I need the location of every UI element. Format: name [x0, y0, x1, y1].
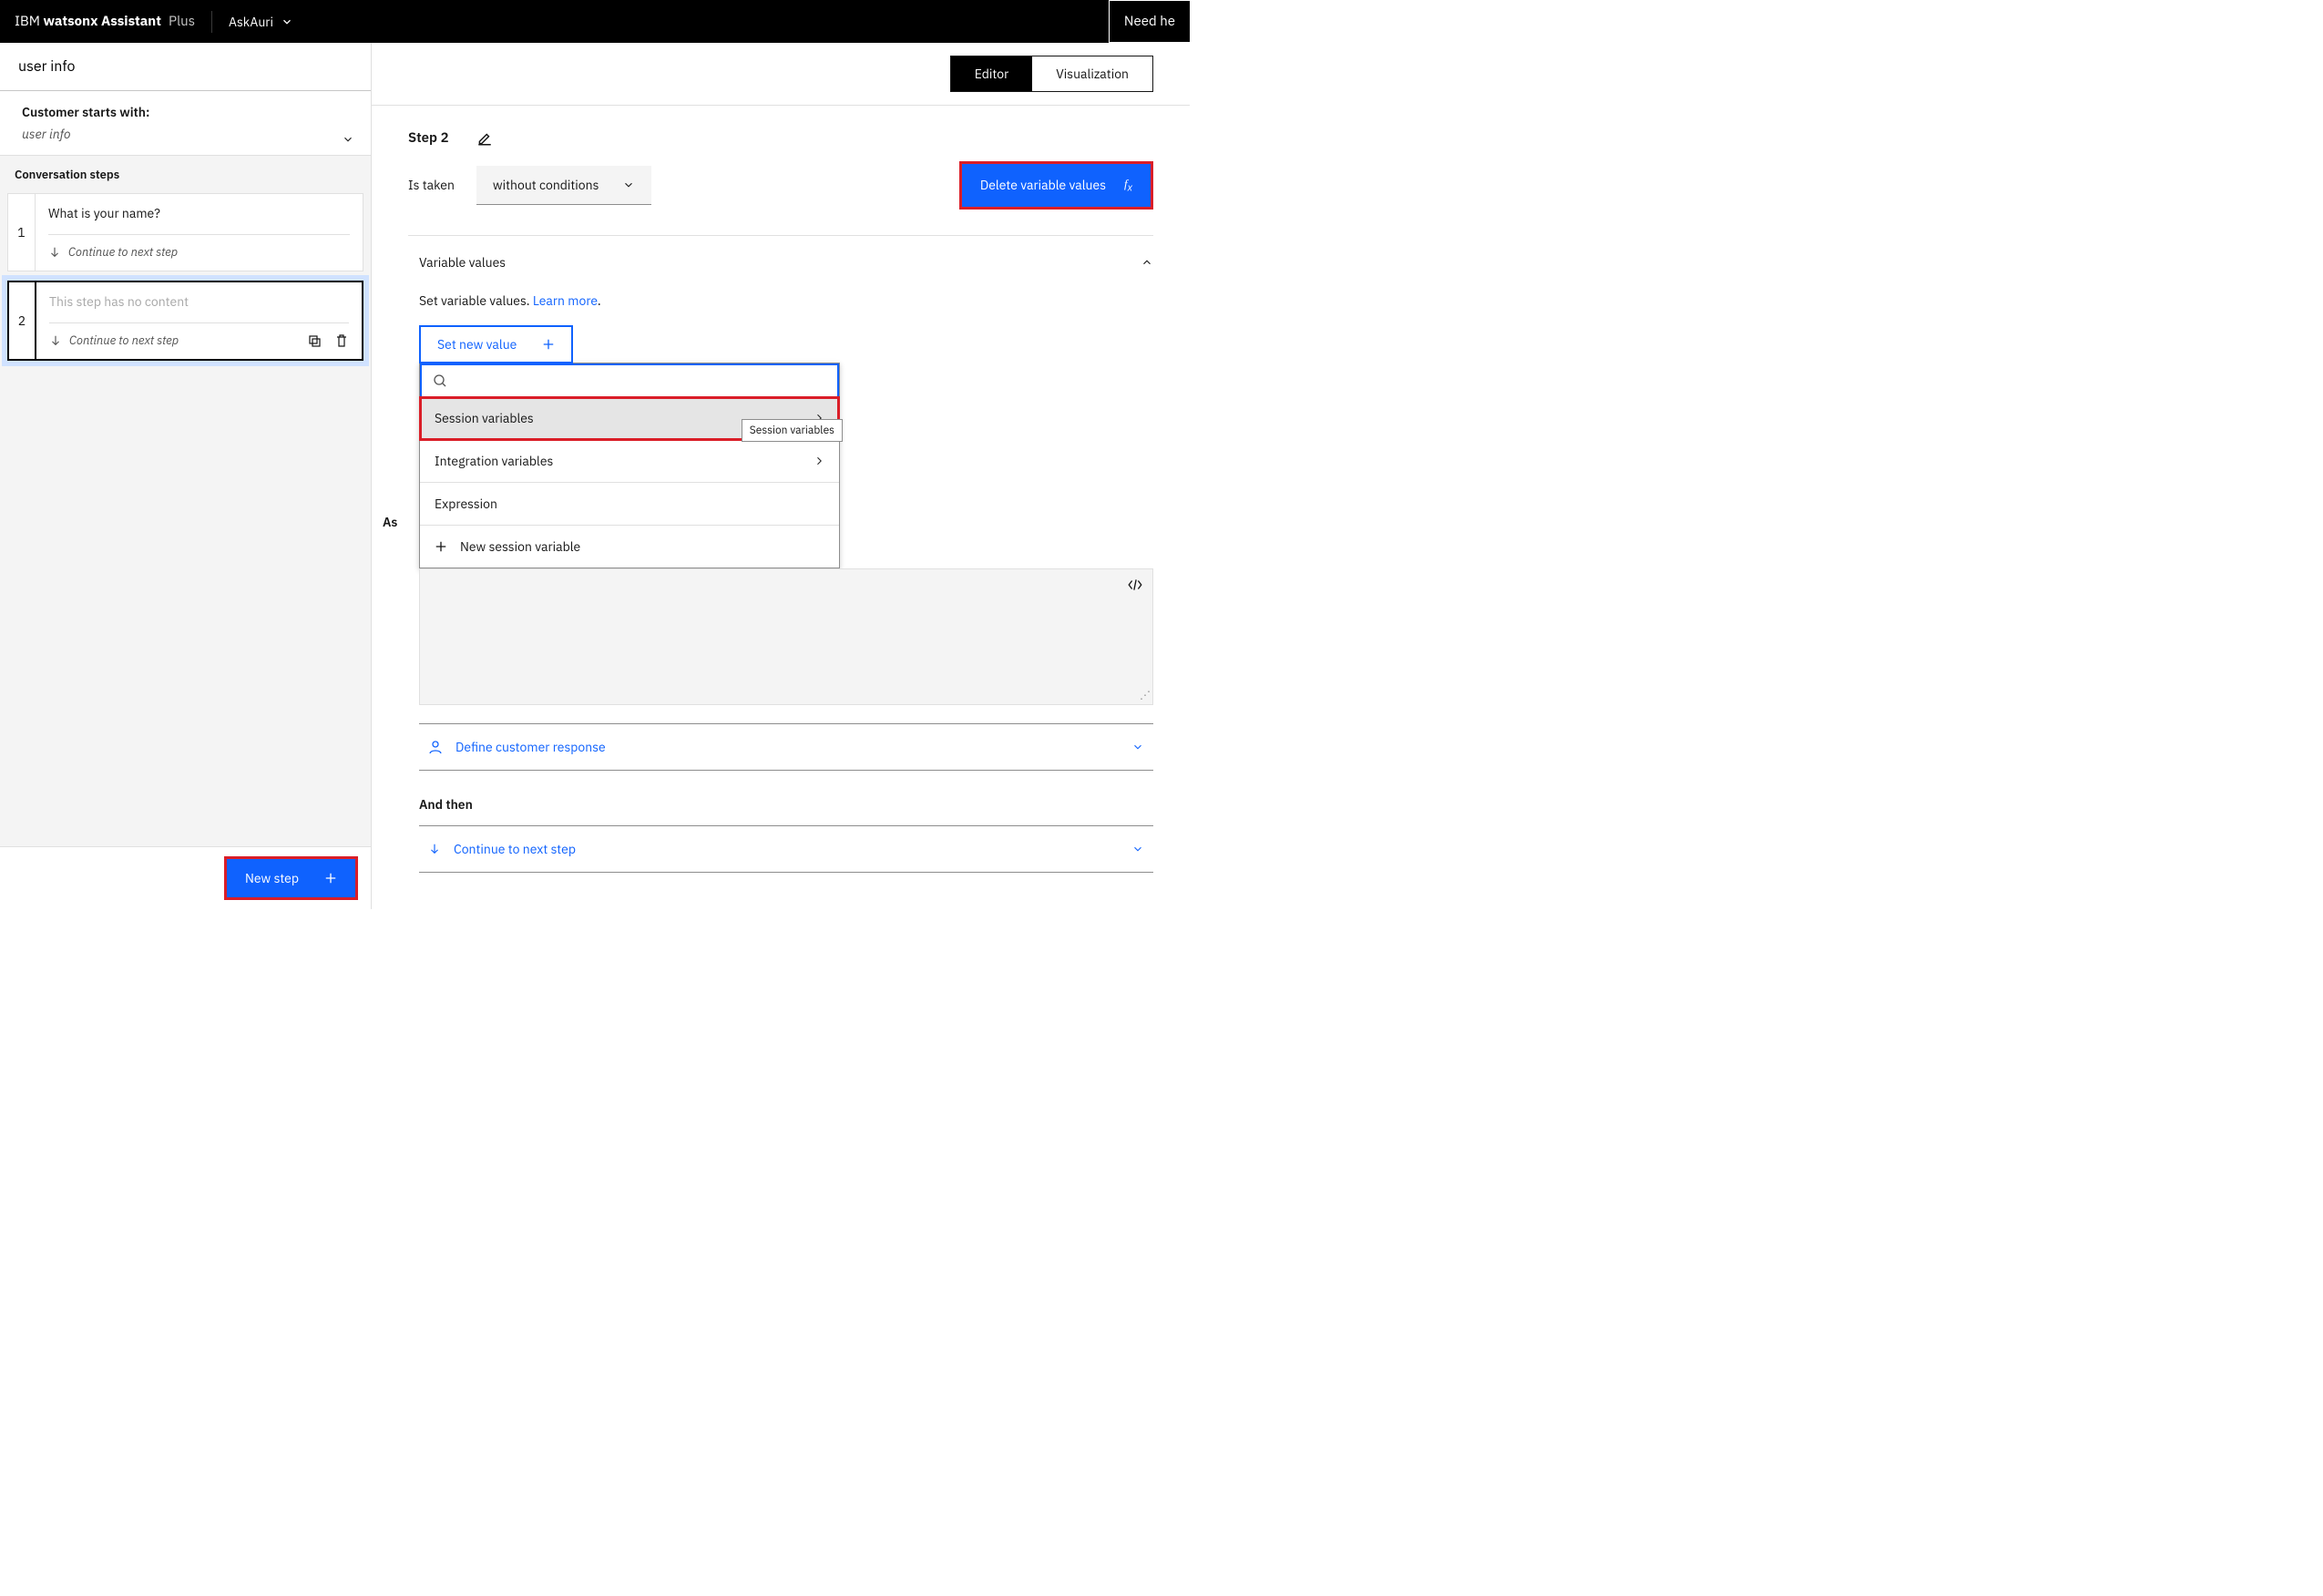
- resize-handle[interactable]: ⋰: [1140, 689, 1151, 702]
- condition-value: without conditions: [493, 177, 599, 193]
- chevron-down-icon: [1131, 741, 1144, 753]
- var-sub-pre: Set variable values.: [419, 292, 533, 309]
- trash-icon[interactable]: [334, 333, 349, 348]
- popover-item-session-variables[interactable]: Session variables Session variables: [420, 397, 839, 440]
- project-switcher[interactable]: AskAuri: [229, 14, 293, 30]
- project-name: AskAuri: [229, 14, 273, 30]
- divider: [211, 11, 212, 33]
- variable-search[interactable]: [420, 363, 839, 397]
- step-continue: Continue to next step: [48, 244, 350, 260]
- continue-next-step-row[interactable]: Continue to next step: [419, 825, 1153, 873]
- assistant-says-label-truncated: As: [383, 514, 397, 530]
- brand-prefix: IBM: [15, 13, 44, 30]
- need-help-button[interactable]: Need he: [1109, 0, 1190, 43]
- plus-icon: [324, 872, 337, 885]
- popover-item-new-session-variable[interactable]: New session variable: [420, 526, 839, 568]
- variable-values-heading: Variable values: [419, 254, 506, 271]
- and-then-heading: And then: [372, 771, 1190, 822]
- popover-item-label: Session variables: [435, 410, 534, 426]
- chevron-down-icon: [1131, 843, 1144, 855]
- set-new-value-label: Set new value: [437, 336, 517, 353]
- need-help-label: Need he: [1124, 13, 1175, 30]
- variable-search-input[interactable]: [455, 373, 826, 389]
- var-sub-post: .: [598, 292, 601, 309]
- delete-variable-values-label: Delete variable values: [980, 177, 1106, 193]
- variable-picker-popover: Session variables Session variables Inte…: [419, 363, 840, 568]
- plan-badge: Plus: [169, 13, 195, 30]
- chevron-down-icon: [342, 133, 354, 146]
- brand: IBM watsonx Assistant: [15, 13, 161, 30]
- plus-icon: [435, 540, 447, 553]
- new-step-button[interactable]: New step: [224, 856, 358, 900]
- action-title-field[interactable]: [0, 43, 371, 91]
- tabs: Editor Visualization: [950, 56, 1153, 92]
- learn-more-link[interactable]: Learn more: [533, 292, 598, 309]
- left-footer: New step: [0, 846, 371, 909]
- is-taken-label: Is taken: [408, 177, 455, 193]
- tooltip: Session variables: [742, 419, 843, 442]
- define-response-label: Define customer response: [455, 739, 606, 755]
- popover-item-label: Integration variables: [435, 453, 553, 469]
- arrow-down-icon: [428, 843, 441, 855]
- popover-item-label: New session variable: [460, 538, 580, 555]
- tab-editor[interactable]: Editor: [951, 56, 1032, 91]
- action-name-input[interactable]: [18, 57, 353, 76]
- step-card-2[interactable]: 2 This step has no content Continue to n…: [7, 281, 363, 361]
- chevron-right-icon: [814, 455, 824, 466]
- left-panel: Customer starts with: user info Conversa…: [0, 43, 372, 909]
- step-card-1[interactable]: 1 What is your name? Continue to next st…: [7, 193, 363, 271]
- customer-starts-label: Customer starts with:: [22, 104, 354, 120]
- right-panel: Editor Visualization Step 2 Is taken wit…: [372, 43, 1190, 909]
- step-number: 1: [8, 194, 36, 271]
- conversation-steps-heading: Conversation steps: [0, 156, 371, 193]
- step-continue-label: Continue to next step: [69, 332, 179, 348]
- chevron-down-icon: [622, 179, 635, 191]
- divider: [49, 322, 349, 323]
- step-continue: Continue to next step: [49, 332, 179, 348]
- step-continue-label: Continue to next step: [68, 244, 178, 260]
- plus-icon: [542, 338, 555, 351]
- fx-icon: fx: [1124, 177, 1132, 194]
- top-bar: IBM watsonx Assistant Plus AskAuri Need …: [0, 0, 1190, 43]
- user-icon: [428, 740, 443, 754]
- customer-starts-example: user info: [22, 126, 354, 142]
- copy-icon[interactable]: [307, 333, 322, 348]
- edit-icon[interactable]: [476, 130, 493, 147]
- new-step-label: New step: [245, 870, 299, 886]
- delete-variable-values-button[interactable]: Delete variable values fx: [959, 161, 1153, 210]
- popover-item-integration-variables[interactable]: Integration variables: [420, 440, 839, 483]
- tab-visualization[interactable]: Visualization: [1032, 56, 1152, 91]
- chevron-up-icon: [1141, 256, 1153, 269]
- continue-next-label: Continue to next step: [454, 841, 576, 857]
- arrow-down-icon: [49, 334, 62, 347]
- code-icon[interactable]: [1127, 577, 1143, 593]
- step-number: 2: [9, 282, 36, 359]
- divider: [48, 234, 350, 235]
- variable-values-subtext: Set variable values. Learn more.: [419, 292, 1153, 309]
- condition-dropdown[interactable]: without conditions: [476, 166, 652, 205]
- define-customer-response-row[interactable]: Define customer response: [419, 723, 1153, 771]
- step-empty-text: This step has no content: [49, 293, 349, 310]
- chevron-down-icon: [281, 15, 293, 28]
- brand-bold: watsonx Assistant: [44, 13, 161, 30]
- step-question: What is your name?: [48, 205, 350, 221]
- set-new-value-button[interactable]: Set new value: [419, 325, 573, 363]
- popover-item-label: Expression: [435, 496, 497, 512]
- step-title: Step 2: [408, 129, 449, 147]
- popover-item-expression[interactable]: Expression: [420, 483, 839, 526]
- search-icon: [433, 373, 447, 388]
- arrow-down-icon: [48, 246, 61, 259]
- customer-starts-card[interactable]: Customer starts with: user info: [0, 91, 371, 156]
- assistant-says-area[interactable]: ⋰: [419, 568, 1153, 705]
- variable-values-toggle[interactable]: Variable values: [419, 249, 1153, 276]
